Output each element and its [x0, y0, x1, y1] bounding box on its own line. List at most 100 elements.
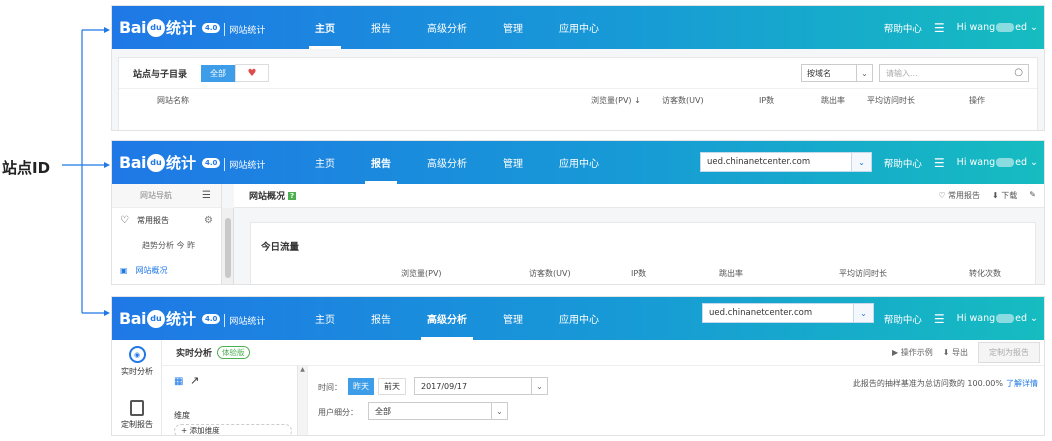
- paw-icon: du: [146, 18, 165, 37]
- scrollbar-thumb[interactable]: [225, 218, 231, 278]
- user-menu[interactable]: Hi wang ed ⌄: [957, 157, 1038, 168]
- logo-suffix: 统计: [165, 154, 196, 172]
- side-label: 站点ID: [2, 159, 51, 177]
- nav-manage[interactable]: 管理: [485, 141, 541, 184]
- col-conversions: 转化次数: [969, 269, 1001, 278]
- tool-label: 实时分析: [121, 367, 153, 376]
- dimension-label: 维度: [174, 411, 190, 420]
- custom-report-tool[interactable]: 定制报告: [112, 400, 162, 430]
- user-segment-select[interactable]: 全部 ⌄: [368, 402, 508, 420]
- date-picker[interactable]: 2017/09/17 ⌄: [414, 377, 548, 395]
- nav-report[interactable]: 报告: [353, 297, 409, 340]
- col-avg-time[interactable]: 平均访问时长: [867, 95, 915, 106]
- help-center-link[interactable]: 帮助中心: [884, 21, 922, 35]
- help-center-link[interactable]: 帮助中心: [884, 312, 922, 326]
- gear-icon[interactable]: ⚙: [204, 215, 213, 226]
- version-badge: 4.0: [202, 313, 221, 324]
- site-navigation-sidebar: 网站导航 ☰ ♡ 常用报告 ⚙ 趋势分析 今 昨 ▣ 网站概况: [112, 184, 222, 284]
- baidu-tongji-logo[interactable]: Bai du 统计 4.0 网站统计: [119, 308, 297, 329]
- day-before-button[interactable]: 前天: [378, 378, 406, 395]
- add-dimension-button[interactable]: + 添加维度: [174, 424, 292, 435]
- logo-suffix: 统计: [165, 19, 196, 37]
- nav-manage[interactable]: 管理: [485, 297, 541, 340]
- nav-report[interactable]: 报告: [353, 141, 409, 184]
- sidebar-item-label: 常用报告: [136, 216, 169, 225]
- nav-apps[interactable]: 应用中心: [541, 6, 617, 49]
- user-greeting-suffix: ed: [1015, 313, 1027, 324]
- user-menu[interactable]: Hi wang ed ⌄: [957, 313, 1038, 324]
- nav-advanced[interactable]: 高级分析: [409, 297, 485, 340]
- nav-home[interactable]: 主页: [297, 6, 353, 49]
- nav-advanced[interactable]: 高级分析: [409, 6, 485, 49]
- col-ip[interactable]: IP数: [759, 95, 774, 106]
- nav-report[interactable]: 报告: [353, 6, 409, 49]
- col-uv[interactable]: 访客数(UV): [662, 95, 704, 106]
- user-menu[interactable]: Hi wang ed ⌄: [957, 22, 1038, 33]
- logo-subtitle: 网站统计: [224, 314, 265, 327]
- top-header: Bai du 统计 4.0 网站统计 主页 报告 高级分析 管理 应用中心 帮助中心 ☰…: [112, 6, 1044, 49]
- help-icon[interactable]: ?: [288, 191, 297, 200]
- sidebar-scrollbar[interactable]: [222, 208, 234, 284]
- main-nav: 主页 报告 高级分析 管理 应用中心: [297, 141, 617, 184]
- nav-home[interactable]: 主页: [297, 297, 353, 340]
- logo-brand: Bai: [119, 309, 146, 328]
- sidebar-item-label: 趋势分析 今 昨: [142, 241, 196, 250]
- sidebar-item-favorites[interactable]: ♡ 常用报告 ⚙: [112, 208, 221, 233]
- nav-apps[interactable]: 应用中心: [541, 141, 617, 184]
- baidu-tongji-logo[interactable]: Bai du 统计 4.0 网站统计: [119, 152, 297, 173]
- date-value: 2017/09/17: [421, 381, 468, 391]
- col-actions: 操作: [969, 96, 985, 105]
- table-header: 网站名称 浏览量(PV) ↓ 访客数(UV) IP数 跳出率 平均访问时长 操作: [119, 88, 1037, 112]
- list-icon[interactable]: ☰: [934, 21, 945, 35]
- col-site-name[interactable]: 网站名称: [157, 95, 189, 106]
- logo-brand: Bai: [119, 18, 146, 37]
- user-greeting: Hi wang: [956, 313, 996, 324]
- nav-home[interactable]: 主页: [297, 141, 353, 184]
- export-button[interactable]: ⬇ 导出: [943, 347, 968, 358]
- download-button[interactable]: ⬇ 下载: [992, 190, 1017, 201]
- table-icon[interactable]: ▦: [174, 376, 183, 387]
- nav-manage[interactable]: 管理: [485, 6, 541, 49]
- user-greeting: Hi wang: [956, 22, 996, 33]
- logo-suffix: 统计: [165, 310, 196, 328]
- realtime-analysis-tool[interactable]: ◉ 实时分析: [112, 346, 162, 377]
- user-filter-label: 用户细分：: [318, 408, 358, 417]
- favorite-filter-button[interactable]: ♥: [235, 64, 270, 82]
- collapse-menu-icon[interactable]: ☰: [202, 190, 211, 201]
- nav-apps[interactable]: 应用中心: [541, 297, 617, 340]
- site-list-card: 站点与子目录 全部 ♥ 按域名 ⌄ 请输入... ○ 网站名称 浏览量(PV) ↓ …: [118, 57, 1038, 130]
- sidebar-item-trend[interactable]: 趋势分析 今 昨: [112, 233, 221, 258]
- learn-more-link[interactable]: 了解详情: [1006, 379, 1038, 388]
- col-bounce[interactable]: 跳出率: [821, 95, 845, 106]
- site-domain-select[interactable]: ued.chinanetcenter.com ⌄: [700, 152, 872, 172]
- col-uv: 访客数(UV): [529, 269, 571, 278]
- nav-advanced[interactable]: 高级分析: [409, 141, 485, 184]
- select-value: 按域名: [807, 68, 831, 78]
- search-icon[interactable]: ○: [1014, 67, 1023, 78]
- heart-icon: ♥: [247, 67, 257, 79]
- favorite-report-button[interactable]: ♡ 常用报告: [938, 190, 980, 201]
- baidu-tongji-logo[interactable]: Bai du 统计 4.0 网站统计: [119, 17, 297, 38]
- time-label: 时间：: [318, 383, 342, 392]
- example-button[interactable]: ▶ 操作示例: [892, 347, 933, 358]
- sidebar-item-overview[interactable]: ▣ 网站概况: [112, 258, 221, 283]
- redacted-name: [996, 158, 1015, 167]
- sampling-note: 此报告的抽样基准为总访问数的 100.00% 了解详情: [853, 378, 1038, 389]
- domain-filter-select[interactable]: 按域名 ⌄: [801, 64, 873, 82]
- col-pv[interactable]: 浏览量(PV) ↓: [591, 95, 641, 106]
- save-as-report-button[interactable]: 定制为报告: [978, 342, 1040, 363]
- list-icon[interactable]: ☰: [934, 312, 945, 326]
- sampling-text: 此报告的抽样基准为总访问数的 100.00%: [852, 379, 1003, 388]
- site-domain-select[interactable]: ued.chinanetcenter.com ⌄: [702, 303, 874, 323]
- pin-icon[interactable]: ✎: [1029, 190, 1036, 201]
- help-center-link[interactable]: 帮助中心: [884, 156, 922, 170]
- filter-all-button[interactable]: 全部: [201, 64, 236, 82]
- yesterday-button[interactable]: 昨天: [348, 378, 374, 395]
- chevron-down-icon: ⌄: [491, 403, 507, 419]
- search-input[interactable]: 请输入... ○: [879, 64, 1029, 82]
- trend-chart-icon[interactable]: ↗: [190, 374, 199, 387]
- user-greeting-suffix: ed: [1015, 22, 1027, 33]
- chevron-down-icon: ⌄: [856, 65, 872, 81]
- dimension-scrollbar[interactable]: ▲: [297, 366, 307, 435]
- list-icon[interactable]: ☰: [934, 156, 945, 170]
